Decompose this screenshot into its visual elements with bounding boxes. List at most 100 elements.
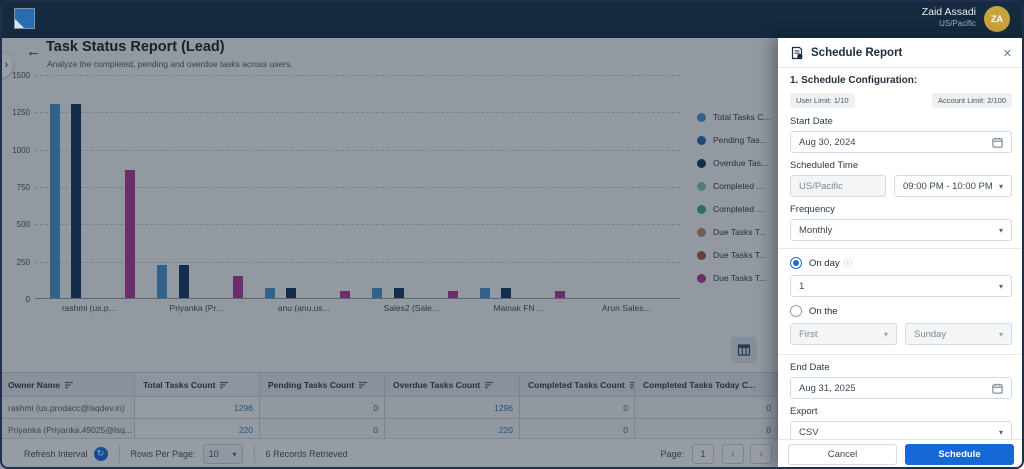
legend-label: Completed ...: [713, 181, 764, 191]
bar[interactable]: [264, 287, 275, 298]
page-label: Page:: [660, 449, 684, 459]
on-day-radio[interactable]: On day ⓘ: [790, 257, 1012, 269]
bar[interactable]: [49, 104, 60, 298]
gridline: [35, 112, 680, 114]
sort-icon[interactable]: [220, 381, 229, 389]
bar[interactable]: [447, 290, 458, 298]
on-day-select[interactable]: 1 ▾: [790, 275, 1012, 297]
bar[interactable]: [71, 104, 82, 298]
on-the-weekday-select: Sunday ▾: [905, 323, 1012, 345]
back-button[interactable]: ←: [26, 43, 41, 60]
caret-down-icon: ▾: [998, 181, 1003, 191]
legend-dot-icon: [697, 158, 706, 168]
column-header-label: Overdue Tasks Count: [393, 379, 481, 390]
start-date-input[interactable]: Aug 30, 2024: [790, 131, 1012, 153]
count-cell[interactable]: 1296: [135, 397, 260, 419]
legend-item[interactable]: Due Tasks T...: [697, 227, 766, 237]
caret-down-icon: ▾: [232, 449, 237, 459]
end-date-label: End Date: [790, 362, 830, 373]
column-header[interactable]: Completed Tasks Count: [520, 373, 635, 397]
schedule-configuration-title: 1. Schedule Configuration:: [790, 75, 918, 86]
legend-item[interactable]: Due Tasks T...: [697, 250, 766, 260]
column-header[interactable]: Pending Tasks Count: [260, 373, 385, 397]
sort-icon[interactable]: [359, 381, 368, 389]
legend-item[interactable]: Due Tasks T...: [697, 273, 766, 283]
bar[interactable]: [479, 288, 490, 298]
app-logo[interactable]: [14, 8, 35, 29]
refresh-icon[interactable]: ↻: [93, 447, 108, 461]
legend-dot-icon: [697, 135, 706, 145]
bar-chart-plot-area: [35, 75, 680, 299]
legend-dot-icon: [697, 273, 706, 283]
bar[interactable]: [393, 288, 404, 298]
bar[interactable]: [501, 287, 512, 298]
bar[interactable]: [340, 291, 351, 298]
divider: [253, 445, 255, 463]
caret-down-icon: ▾: [998, 281, 1003, 291]
frequency-select[interactable]: Monthly ▾: [790, 219, 1012, 241]
schedule-button[interactable]: Schedule: [905, 444, 1014, 465]
caret-down-icon: ▾: [998, 329, 1003, 339]
user-limit-badge: User Limit: 1/10: [790, 93, 855, 108]
table-view-toggle-button[interactable]: [731, 337, 757, 363]
y-axis-tick-label: 500: [16, 220, 30, 230]
legend-label: Due Tasks T...: [713, 227, 767, 237]
y-axis-tick-label: 750: [16, 183, 30, 192]
bar[interactable]: [286, 287, 297, 298]
y-axis-tick-label: 250: [16, 257, 30, 267]
column-header[interactable]: Owner Name: [0, 373, 135, 397]
bar[interactable]: [157, 265, 167, 298]
on-the-radio[interactable]: On the: [790, 305, 1012, 317]
account-limit-badge: Account Limit: 2/100: [932, 93, 1012, 108]
y-axis-tick-label: 1000: [12, 145, 30, 155]
x-axis-category-label: Priyanka (Pr...: [169, 303, 223, 313]
count-cell: 0: [260, 397, 385, 419]
bar[interactable]: [555, 290, 566, 298]
close-icon[interactable]: ✕: [1003, 47, 1012, 60]
column-header[interactable]: Total Tasks Count: [135, 373, 260, 397]
bar[interactable]: [178, 265, 189, 298]
schedule-report-icon: [791, 46, 803, 60]
time-range-select[interactable]: 09:00 PM - 10:00 PM ▾: [894, 175, 1012, 197]
sort-icon[interactable]: [485, 381, 494, 389]
rows-per-page-select[interactable]: 10 ▾: [202, 444, 243, 464]
legend-item[interactable]: Completed ...: [697, 181, 764, 191]
divider: [118, 445, 120, 463]
cancel-button[interactable]: Cancel: [788, 444, 897, 465]
refresh-interval-label: Refresh Interval: [24, 449, 88, 459]
calendar-icon: [992, 137, 1003, 148]
legend-item[interactable]: Completed ...: [697, 204, 764, 214]
bar[interactable]: [372, 288, 382, 298]
legend-item[interactable]: Overdue Tas...: [697, 158, 768, 168]
avatar[interactable]: ZA: [984, 6, 1010, 32]
user-info[interactable]: Zaid Assadi US/Pacific: [922, 6, 976, 28]
column-header[interactable]: Overdue Tasks Count: [385, 373, 520, 397]
legend-item[interactable]: Pending Tas...: [697, 135, 767, 145]
y-axis-tick-label: 1500: [12, 71, 30, 80]
radio-selected-icon[interactable]: [790, 257, 802, 269]
frequency-label: Frequency: [790, 204, 835, 215]
radio-unselected-icon[interactable]: [790, 305, 802, 317]
page-number-input[interactable]: 1: [692, 444, 714, 464]
bar[interactable]: [125, 169, 136, 298]
bar[interactable]: [232, 276, 243, 298]
count-cell[interactable]: 1296: [385, 397, 520, 419]
panel-footer: Cancel Schedule: [778, 439, 1024, 469]
column-header[interactable]: Completed Tasks Today C...: [635, 373, 778, 397]
caret-down-icon: ▾: [998, 225, 1003, 235]
table-header-row: Owner Name Total Tasks Count Pending Tasks…: [0, 373, 778, 397]
next-page-button[interactable]: ›: [750, 444, 772, 464]
timezone-field: US/Pacific: [790, 175, 886, 197]
previous-page-button[interactable]: ‹: [722, 444, 744, 464]
page-subtitle: Analyze the completed, pending and overd…: [47, 59, 293, 69]
legend-item[interactable]: Total Tasks C...: [697, 112, 770, 122]
legend-label: Pending Tas...: [713, 135, 767, 145]
legend-label: Overdue Tas...: [713, 158, 769, 168]
x-axis-category-label: Mainak FN ...: [493, 303, 545, 313]
sort-icon[interactable]: [64, 381, 74, 389]
column-header-label: Completed Tasks Count: [528, 379, 625, 390]
panel-title: Schedule Report: [811, 47, 903, 59]
end-date-input[interactable]: Aug 31, 2025: [790, 377, 1012, 399]
legend-label: Total Tasks C...: [713, 112, 771, 122]
gridline: [35, 75, 680, 76]
